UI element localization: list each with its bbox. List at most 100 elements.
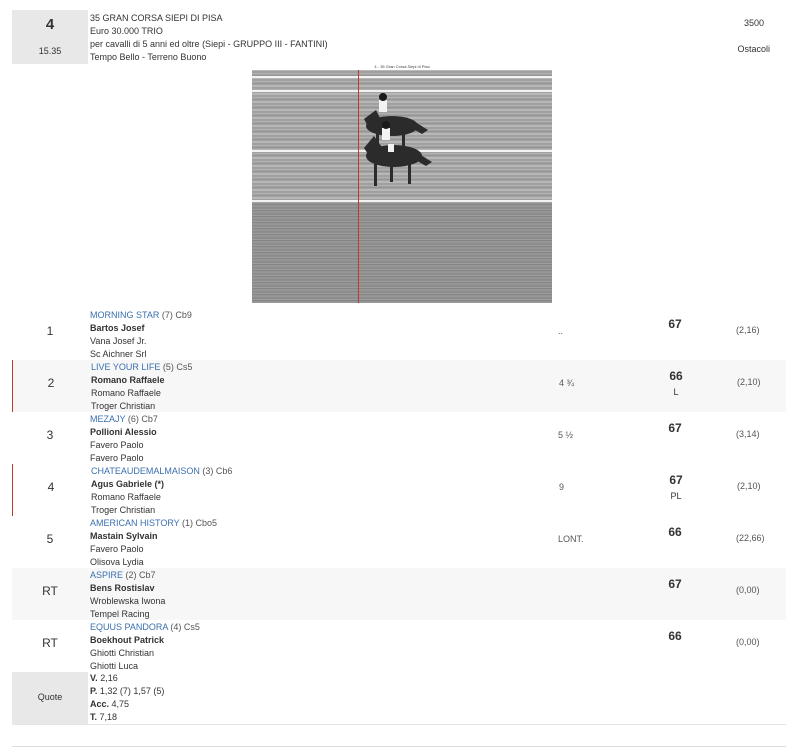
jockey-name: Boekhout Patrick — [90, 635, 165, 645]
trainer-name: Favero Paolo — [90, 544, 144, 554]
trainer-name: Romano Raffaele — [91, 492, 161, 502]
runner-weight: 66 — [668, 525, 682, 539]
quote-details: V. 2,16 P. 1,32 (7) 1,57 (5) Acc. 4,75 T… — [90, 672, 164, 724]
race-number-box: 4 15.35 — [12, 10, 88, 64]
runner-odds: (3,14) — [736, 429, 760, 439]
runner-details: EQUUS PANDORA (4) Cs5 Boekhout Patrick G… — [90, 621, 200, 673]
jockey-name: Bens Rostislav — [90, 583, 155, 593]
runner-weight: 67 — [668, 317, 682, 331]
jockey-name: Bartos Josef — [90, 323, 145, 333]
runner-distance: LONT. — [558, 534, 584, 544]
race-weather: Tempo Bello - Terreno Buono — [90, 52, 207, 62]
horse-name-link[interactable]: EQUUS PANDORA — [90, 622, 168, 632]
quote-acc-label: Acc. — [90, 699, 110, 709]
race-time: 15.35 — [38, 46, 62, 56]
divider — [12, 746, 786, 747]
runner-weight-note: L — [673, 387, 679, 397]
race-header: 4 15.35 35 GRAN CORSA SIEPI DI PISA Euro… — [12, 10, 786, 64]
quote-vincente: V. 2,16 — [90, 672, 164, 685]
horse-name-link[interactable]: MORNING STAR — [90, 310, 159, 320]
quote-t-label: T. — [90, 712, 98, 722]
jockey-name: Mastain Sylvain — [90, 531, 158, 541]
runner-odds: (0,00) — [736, 637, 760, 647]
runner-row: 2 LIVE YOUR LIFE (5) Cs5 Romano Raffaele… — [12, 360, 786, 412]
runner-weight: 67 — [668, 577, 682, 591]
jockey-name: Romano Raffaele — [91, 375, 165, 385]
horse-meta: (6) Cb7 — [125, 414, 158, 424]
runner-row: 5 AMERICAN HISTORY (1) Cbo5 Mastain Sylv… — [12, 516, 786, 568]
runner-weight: 66 — [668, 629, 682, 643]
trainer-name: Vana Josef Jr. — [90, 336, 147, 346]
runner-odds: (22,66) — [736, 533, 765, 543]
photo-finish-image[interactable]: 4 - 35 Gran Corsa Siepi di Pisa — [252, 64, 552, 303]
quote-p-value: 1,32 (7) 1,57 (5) — [97, 686, 165, 696]
runner-row: RT EQUUS PANDORA (4) Cs5 Boekhout Patric… — [12, 620, 786, 672]
runner-distance: .. — [558, 326, 564, 336]
horse-name-link[interactable]: MEZAJY — [90, 414, 125, 424]
runner-odds: (2,10) — [737, 377, 761, 387]
runner-row: 3 MEZAJY (6) Cb7 Pollioni Alessio Favero… — [12, 412, 786, 464]
runner-details: ASPIRE (2) Cb7 Bens Rostislav Wroblewska… — [90, 569, 165, 621]
horse-meta: (4) Cs5 — [167, 622, 200, 632]
runner-row: RT ASPIRE (2) Cb7 Bens Rostislav Wroblew… — [12, 568, 786, 620]
runner-odds: (2,10) — [737, 481, 761, 491]
trainer-name: Wroblewska Iwona — [90, 596, 166, 606]
quote-row: Quote V. 2,16 P. 1,32 (7) 1,57 (5) Acc. … — [12, 672, 786, 725]
horse-name-link[interactable]: ASPIRE — [90, 570, 123, 580]
divider — [12, 724, 786, 725]
runner-details: AMERICAN HISTORY (1) Cbo5 Mastain Sylvai… — [90, 517, 217, 569]
race-conditions: per cavalli di 5 anni ed oltre (Siepi - … — [90, 39, 328, 49]
runner-row: 4 CHATEAUDEMALMAISON (3) Cb6 Agus Gabrie… — [12, 464, 786, 516]
photo-caption: 4 - 35 Gran Corsa Siepi di Pisa — [252, 64, 552, 70]
runner-details: CHATEAUDEMALMAISON (3) Cb6 Agus Gabriele… — [91, 465, 232, 517]
runner-details: MEZAJY (6) Cb7 Pollioni Alessio Favero P… — [90, 413, 158, 465]
runner-row: 1 MORNING STAR (7) Cb9 Bartos Josef Vana… — [12, 308, 786, 360]
horse-name-link[interactable]: AMERICAN HISTORY — [90, 518, 180, 528]
runner-weight-note: PL — [670, 491, 682, 501]
runner-weight: 66 — [669, 369, 683, 383]
runner-position: RT — [42, 636, 58, 650]
horse-meta: (1) Cbo5 — [179, 518, 218, 528]
runner-distance: 4 ¾ — [559, 378, 575, 388]
quote-v-label: V. — [90, 673, 98, 683]
horse-meta: (3) Cb6 — [199, 466, 233, 476]
quote-piazzato: P. 1,32 (7) 1,57 (5) — [90, 685, 164, 698]
runner-details: LIVE YOUR LIFE (5) Cs5 Romano Raffaele R… — [91, 361, 192, 413]
race-prize: Euro 30.000 TRIO — [90, 26, 163, 36]
runner-position: 1 — [46, 324, 54, 338]
runner-position: 2 — [47, 376, 55, 390]
runner-position: 3 — [46, 428, 54, 442]
jockey-name: Agus Gabriele (*) — [91, 479, 165, 489]
trainer-name: Ghiotti Christian — [90, 648, 155, 658]
horse-meta: (2) Cb7 — [123, 570, 156, 580]
quote-trio: T. 7,18 — [90, 711, 164, 724]
horse-name-link[interactable]: CHATEAUDEMALMAISON — [91, 466, 200, 476]
horses-silhouette — [364, 93, 432, 186]
finish-line — [358, 70, 359, 303]
trainer-name: Favero Paolo — [90, 440, 144, 450]
quote-label: Quote — [12, 672, 88, 724]
race-distance: 3500 — [743, 18, 764, 28]
jockey-name: Pollioni Alessio — [90, 427, 157, 437]
runner-position: 5 — [46, 532, 54, 546]
race-number: 4 — [45, 16, 55, 33]
runner-position: RT — [42, 584, 58, 598]
quote-t-value: 7,18 — [97, 712, 118, 722]
runner-odds: (2,16) — [736, 325, 760, 335]
runner-weight: 67 — [669, 473, 683, 487]
race-info: 35 GRAN CORSA SIEPI DI PISA Euro 30.000 … — [90, 12, 328, 64]
runner-weight: 67 — [668, 421, 682, 435]
horse-meta: (7) Cb9 — [159, 310, 192, 320]
runner-odds: (0,00) — [736, 585, 760, 595]
quote-v-value: 2,16 — [97, 673, 118, 683]
runner-position: 4 — [47, 480, 55, 494]
horse-name-link[interactable]: LIVE YOUR LIFE — [91, 362, 160, 372]
quote-accoppiata: Acc. 4,75 — [90, 698, 164, 711]
race-title: 35 GRAN CORSA SIEPI DI PISA — [90, 13, 223, 23]
runner-distance: 9 — [559, 482, 565, 492]
race-type: Ostacoli — [737, 44, 770, 54]
runner-distance: 5 ½ — [558, 430, 574, 440]
runner-details: MORNING STAR (7) Cb9 Bartos Josef Vana J… — [90, 309, 192, 361]
trainer-name: Romano Raffaele — [91, 388, 161, 398]
horse-meta: (5) Cs5 — [160, 362, 193, 372]
